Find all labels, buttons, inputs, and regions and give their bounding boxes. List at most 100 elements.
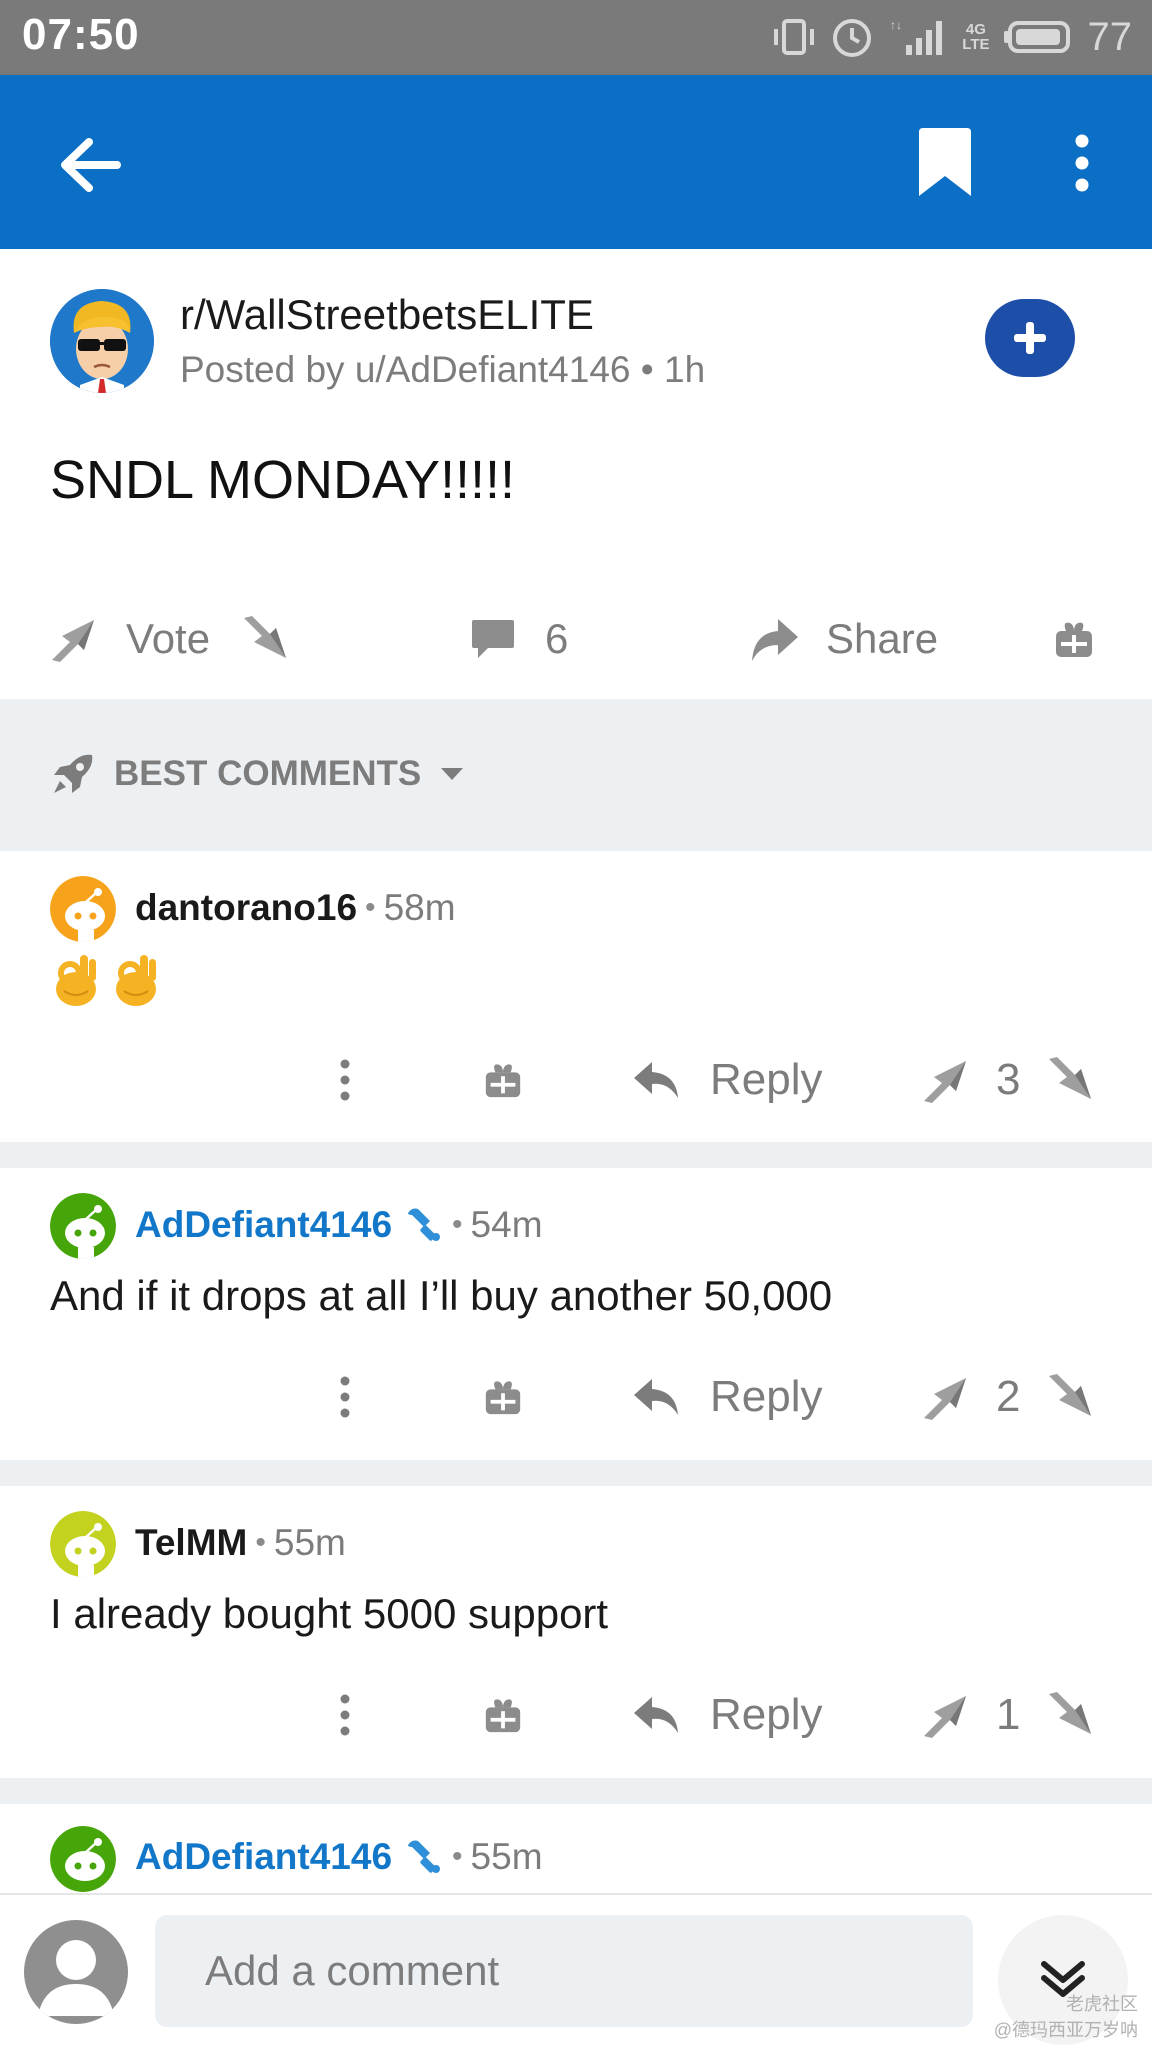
chevron-down-icon [441,768,464,780]
user-avatar[interactable] [24,1920,128,2024]
comment-more-button[interactable] [338,1045,352,1115]
comment-actions: Reply 3 [0,1045,1152,1115]
more-options-button[interactable] [1060,123,1104,203]
app-bar [0,75,1152,249]
separator-dot: • [452,1208,463,1241]
award-button[interactable] [1052,604,1096,674]
comment-header: TelMM • 55m [135,1522,346,1564]
upvote-arrow-icon [924,1061,966,1103]
reply-button[interactable] [632,1362,682,1432]
signal-icon: ↑↓ [888,17,948,57]
comments-button[interactable] [470,604,516,674]
comment-username[interactable]: dantorano16 [135,887,357,929]
more-vertical-icon [340,1059,350,1101]
comment-award-button[interactable] [482,1045,524,1115]
watermark-line2: @德玛西亚万岁呐 [993,2020,1138,2040]
post-action-bar: Vote 6 Share [0,604,1152,674]
subreddit-avatar[interactable] [50,289,154,393]
comment-downvote-button[interactable] [1045,1680,1101,1750]
post-meta[interactable]: Posted by u/AdDefiant4146 • 1h [180,349,705,391]
reply-arrow-icon [634,1697,678,1733]
sort-dropdown[interactable]: BEST COMMENTS [50,751,465,797]
snoo-avatar-icon [50,1193,116,1259]
comment-time: 55m [273,1522,346,1563]
add-comment-input[interactable] [155,1915,973,2027]
vote-label: Vote [126,615,211,662]
snoo-avatar-icon [50,1511,116,1577]
reply-button[interactable] [632,1680,682,1750]
more-vertical-icon [1075,134,1089,192]
commenter-avatar[interactable] [50,876,116,942]
comment-score: 2 [996,1372,1021,1421]
post-title[interactable]: SNDL MONDAY!!!!! [50,449,515,511]
upvote-arrow-icon [924,1696,966,1738]
user-silhouette-icon [38,1940,114,2016]
screen: 07:50 ↑↓ 4G LTE 77 r/WallStreetbetsELITE… [0,0,1152,2048]
network-sub-label: LTE [962,36,990,53]
post: r/WallStreetbetsELITE Posted by u/AdDefi… [0,249,1152,699]
battery-icon [1003,17,1074,57]
rocket-icon [54,754,93,793]
snoo-avatar-icon [50,876,116,942]
save-post-button[interactable] [910,123,980,203]
comment-upvote-button[interactable] [920,1045,976,1115]
comment-more-button[interactable] [338,1362,352,1432]
comment-body: I already bought 5000 support [50,1590,609,1637]
comment-header: dantorano16 • 58m [135,887,456,929]
comment-award-button[interactable] [482,1680,524,1750]
comment-header: AdDefiant4146 • 55m [135,1836,543,1878]
watermark-line1: 老虎社区 [1066,1994,1138,2014]
back-button[interactable] [50,125,130,205]
comment-count[interactable]: 6 [545,604,568,674]
comment-downvote-button[interactable] [1045,1045,1101,1115]
share-button[interactable] [748,604,800,674]
commenter-avatar[interactable] [50,1511,116,1577]
comment-item[interactable]: dantorano16 • 58m Reply 3 [0,851,1152,1142]
ok-hand-emoji-icon [116,955,156,1006]
comment-actions: Reply 2 [0,1362,1152,1432]
bookmark-icon [919,128,971,196]
upvote-button[interactable] [48,604,104,674]
comment-item[interactable]: AdDefiant4146 • 54m And if it drops at a… [0,1168,1152,1460]
network-type: 4G LTE [962,22,989,52]
reply-label[interactable]: Reply [710,1680,823,1750]
comment-divider [0,1778,1152,1804]
comment-divider [0,1142,1152,1168]
commenter-avatar[interactable] [50,1826,116,1892]
comment-divider [0,1460,1152,1486]
reply-arrow-icon [634,1062,678,1098]
downvote-button[interactable] [240,604,296,674]
plus-icon [1014,322,1046,354]
comment-item[interactable]: AdDefiant4146 • 55m [0,1804,1152,1894]
back-arrow-icon [61,138,121,192]
comment-more-button[interactable] [338,1680,352,1750]
comment-username[interactable]: AdDefiant4146 [135,1836,392,1878]
reply-label[interactable]: Reply [710,1362,823,1432]
reply-button[interactable] [632,1045,682,1115]
commenter-avatar[interactable] [50,1193,116,1259]
alarm-icon [830,15,874,59]
share-label[interactable]: Share [826,604,938,674]
gift-icon [485,1064,521,1098]
separator-dot: • [365,891,376,924]
status-icons: ↑↓ 4G LTE 77 [772,12,1132,62]
comment-time: 58m [383,887,456,928]
comment-downvote-button[interactable] [1045,1362,1101,1432]
comment-award-button[interactable] [482,1362,524,1432]
more-vertical-icon [340,1376,350,1418]
vibrate-icon [772,17,816,57]
downvote-arrow-icon [1049,1692,1091,1734]
comment-item[interactable]: TelMM • 55m I already bought 5000 suppor… [0,1486,1152,1778]
comment-upvote-button[interactable] [920,1680,976,1750]
gift-icon [485,1699,521,1733]
comment-actions: Reply 1 [0,1680,1152,1750]
comment-username[interactable]: TelMM [135,1522,247,1564]
subreddit-name[interactable]: r/WallStreetbetsELITE [180,291,594,339]
join-subreddit-button[interactable] [985,299,1075,377]
share-arrow-icon [752,619,798,661]
comment-upvote-button[interactable] [920,1362,976,1432]
comment-username[interactable]: AdDefiant4146 [135,1204,392,1246]
separator-dot: • [255,1526,266,1559]
reply-label[interactable]: Reply [710,1045,823,1115]
mod-shield-icon [404,1205,444,1245]
